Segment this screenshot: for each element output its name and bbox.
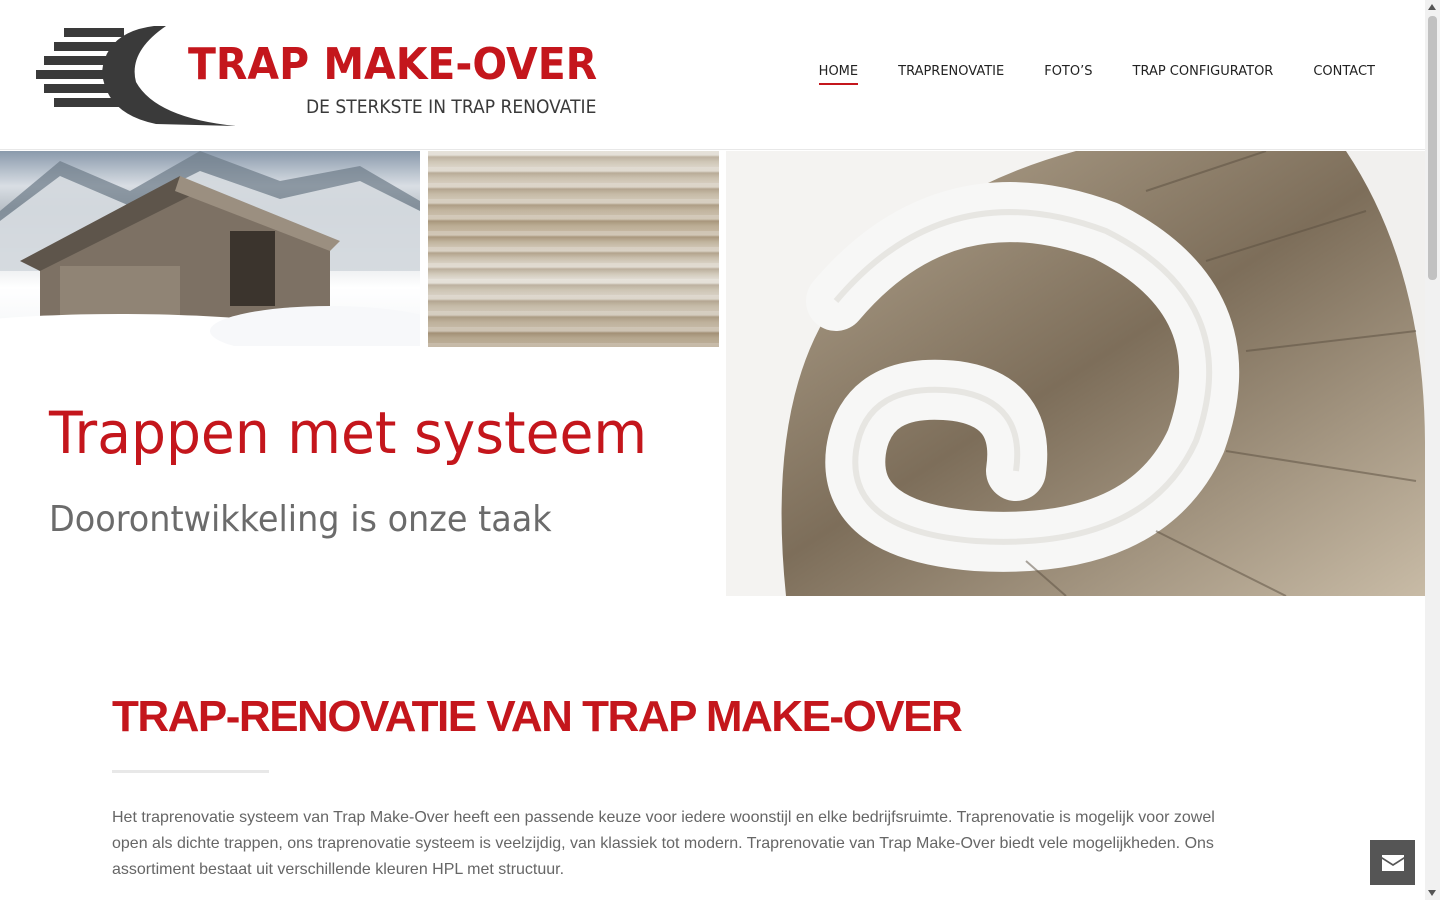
envelope-icon: [1381, 854, 1404, 871]
nav-item-trap-configurator[interactable]: TRAP CONFIGURATOR: [1133, 64, 1274, 85]
logo-tagline: DE STERKSTE IN TRAP RENOVATIE: [306, 96, 597, 118]
nav-item-contact[interactable]: CONTACT: [1313, 64, 1375, 85]
heading-divider: [112, 770, 269, 773]
contact-form-button[interactable]: [1370, 840, 1415, 885]
main-nav: HOME TRAPRENOVATIE FOTO’S TRAP CONFIGURA…: [818, 64, 1375, 85]
nav-item-fotos[interactable]: FOTO’S: [1044, 64, 1092, 85]
page-scrollbar[interactable]: [1425, 0, 1440, 900]
spiral-staircase-image: [726, 151, 1425, 596]
scrollbar-thumb[interactable]: [1428, 16, 1437, 280]
scroll-down-arrow-icon[interactable]: [1428, 890, 1436, 896]
hero-title: Trappen met systeem: [49, 399, 648, 467]
cabin-image: [0, 151, 420, 346]
nav-item-home[interactable]: HOME: [818, 64, 859, 85]
section-heading: TRAP-RENOVATIE VAN TRAP MAKE-OVER: [112, 692, 963, 741]
site-header: TRAP MAKE-OVER DE STERKSTE IN TRAP RENOV…: [0, 0, 1425, 150]
hero-subtitle: Doorontwikkeling is onze taak: [49, 499, 552, 540]
nav-item-traprenovatie[interactable]: TRAPRENOVATIE: [898, 64, 1004, 85]
intro-paragraph: Het traprenovatie systeem van Trap Make-…: [112, 809, 1215, 878]
site-logo[interactable]: TRAP MAKE-OVER DE STERKSTE IN TRAP RENOV…: [36, 22, 598, 128]
scroll-up-arrow-icon[interactable]: [1428, 4, 1436, 10]
hero-banner: Trappen met systeem Doorontwikkeling is …: [0, 151, 1425, 596]
wood-texture-image: [428, 151, 719, 347]
logo-title: TRAP MAKE-OVER: [188, 39, 598, 90]
